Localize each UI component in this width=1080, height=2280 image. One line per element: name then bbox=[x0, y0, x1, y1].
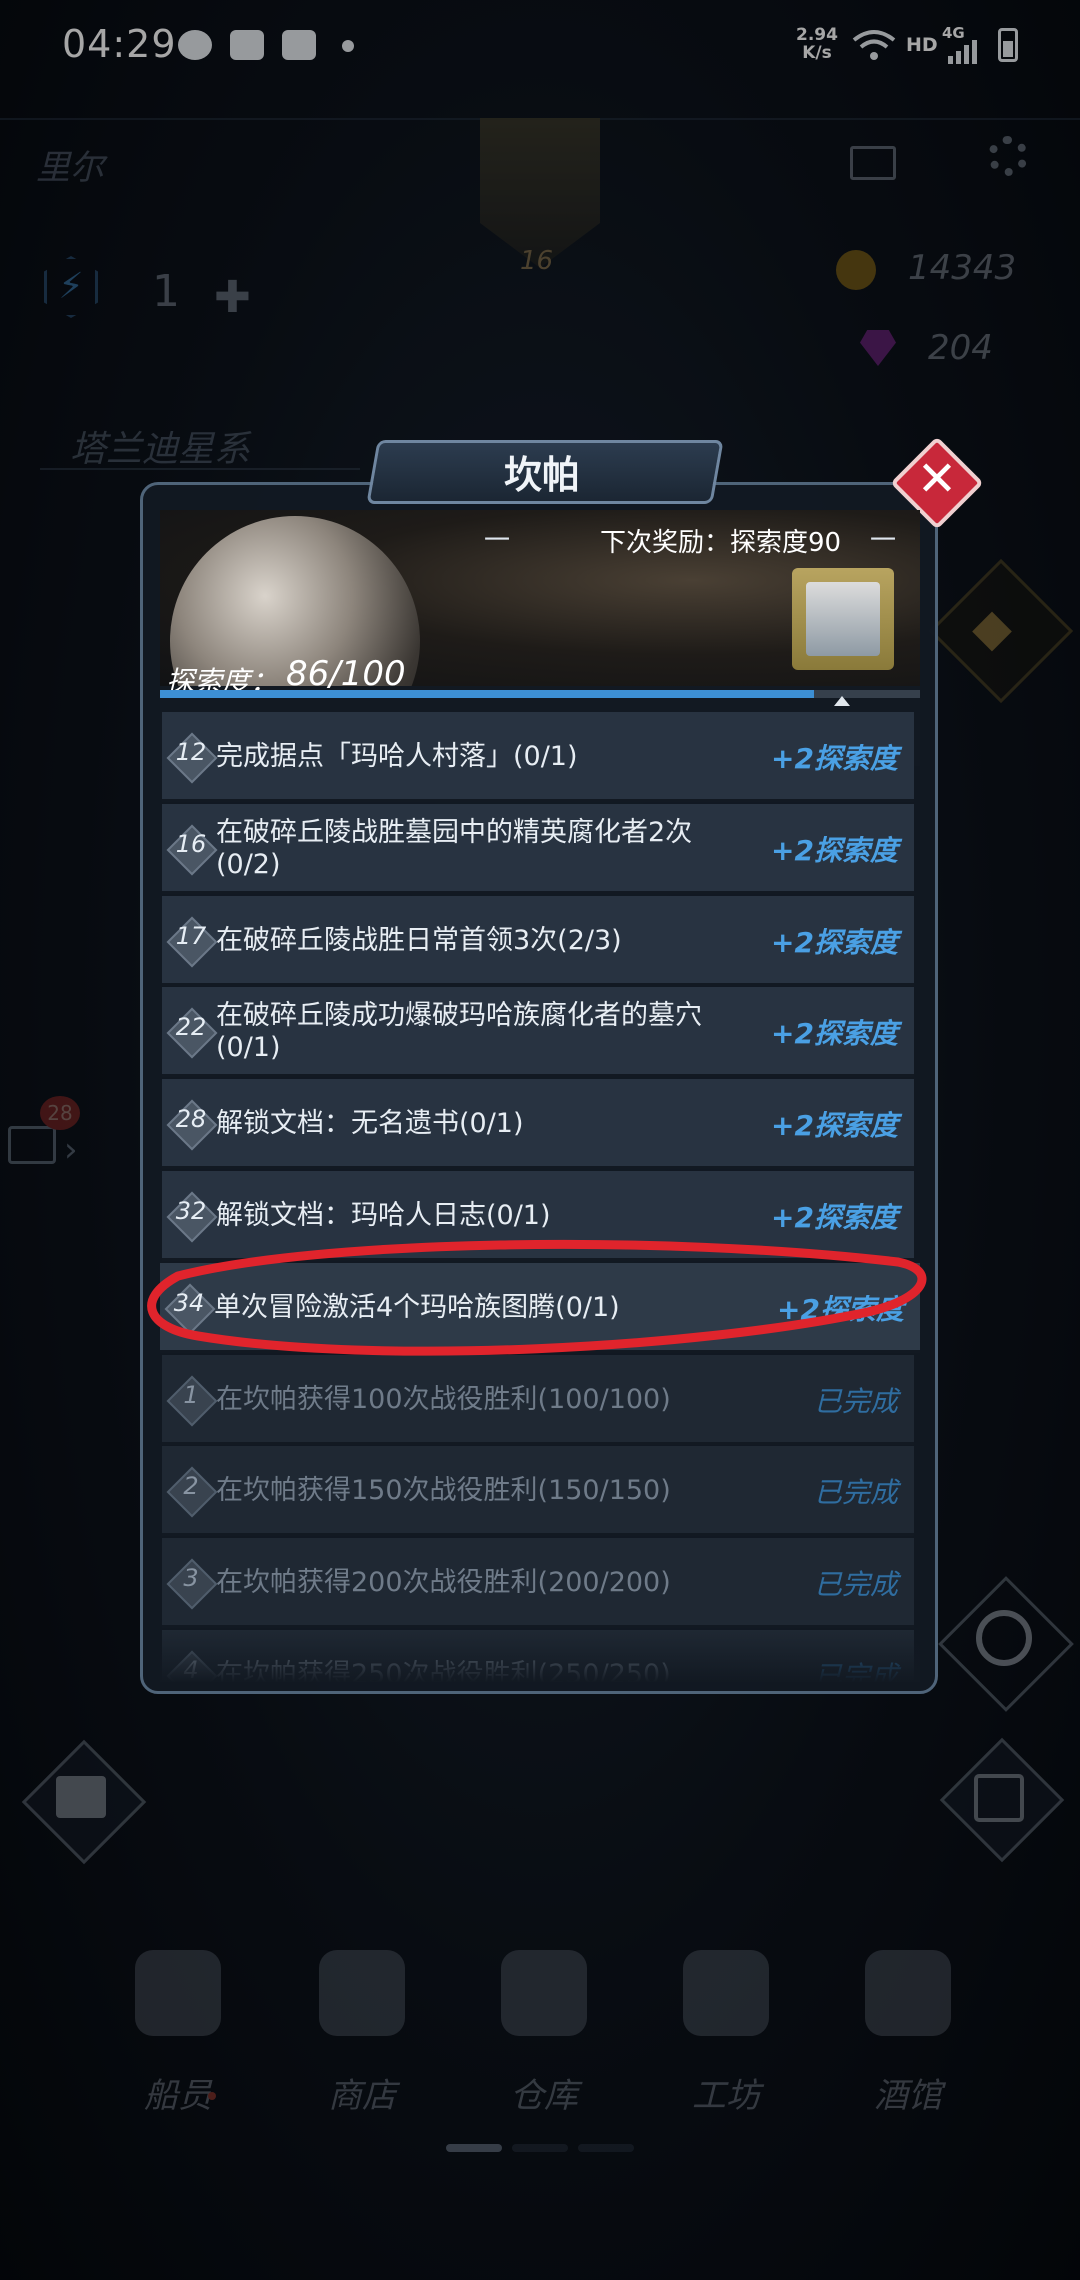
task-row[interactable]: 22 在破碎丘陵成功爆破玛哈族腐化者的墓穴 (0/1) +2探索度 bbox=[162, 987, 914, 1078]
task-number: 32 bbox=[175, 1197, 207, 1225]
list-fade bbox=[160, 1630, 920, 1682]
task-reward: +2探索度 bbox=[771, 742, 898, 775]
completed-task-row[interactable]: 1 在坎帕获得100次战役胜利(100/100) 已完成 bbox=[162, 1354, 914, 1445]
task-reward: +2探索度 bbox=[771, 1017, 898, 1051]
red-annotation-circle bbox=[147, 1239, 927, 1356]
completed-task-row[interactable]: 2 在坎帕获得150次战役胜利(150/150) 已完成 bbox=[162, 1446, 914, 1537]
task-reward: +2探索度 bbox=[771, 925, 898, 959]
task-description: 在破碎丘陵成功爆破玛哈族腐化者的墓穴 (0/1) bbox=[216, 1000, 702, 1064]
treasure-chest-icon bbox=[806, 582, 880, 656]
task-row[interactable]: 16 在破碎丘陵战胜墓园中的精英腐化者2次 (0/2) +2探索度 bbox=[162, 803, 914, 894]
task-description: 在破碎丘陵战胜墓园中的精英腐化者2次 (0/2) bbox=[216, 816, 693, 880]
task-description: 完成据点「玛哈人村落」(0/1) bbox=[216, 741, 578, 772]
task-description: 在坎帕获得150次战役胜利(150/150) bbox=[216, 1475, 671, 1507]
task-number: 12 bbox=[175, 738, 207, 766]
task-number: 28 bbox=[175, 1105, 207, 1134]
dash-left: 一 bbox=[484, 526, 511, 556]
task-list[interactable]: 12 完成据点「玛哈人村落」(0/1) +2探索度 16 在破碎丘陵战胜墓园中的精英腐化… bbox=[160, 712, 920, 1682]
close-icon[interactable]: ✕ bbox=[904, 448, 970, 510]
next-reward-label: 下次奖励：探索度90 bbox=[600, 528, 842, 558]
task-row[interactable]: 17 在破碎丘陵战胜日常首领3次(2/3) +2探索度 bbox=[162, 895, 914, 986]
dialog-title: 坎帕 bbox=[503, 453, 580, 497]
completed-task-row[interactable]: 3 在坎帕获得200次战役胜利(200/200) 已完成 bbox=[162, 1538, 914, 1629]
progress-marker-icon bbox=[834, 696, 850, 706]
task-completed-label: 已完成 bbox=[813, 1476, 898, 1510]
task-number: 16 bbox=[175, 829, 207, 858]
exploration-progress-fill bbox=[160, 690, 814, 698]
task-number: 22 bbox=[175, 1013, 207, 1042]
task-number: 3 bbox=[183, 1564, 199, 1593]
task-description: 解锁文档：无名遗书(0/1) bbox=[216, 1108, 524, 1140]
task-row[interactable]: 12 完成据点「玛哈人村落」(0/1) +2探索度 bbox=[162, 712, 914, 802]
task-description: 在坎帕获得100次战役胜利(100/100) bbox=[216, 1383, 671, 1415]
task-reward: +2探索度 bbox=[771, 833, 898, 867]
exploration-value: 86/100 bbox=[286, 654, 406, 694]
task-number: 1 bbox=[183, 1380, 199, 1409]
dash-right: 一 bbox=[870, 526, 897, 556]
task-number: 2 bbox=[183, 1472, 199, 1501]
task-reward: +2探索度 bbox=[771, 1109, 898, 1143]
task-number: 17 bbox=[175, 921, 207, 950]
task-completed-label: 已完成 bbox=[813, 1568, 898, 1602]
task-completed-label: 已完成 bbox=[813, 1384, 898, 1418]
task-row[interactable]: 28 解锁文档：无名遗书(0/1) +2探索度 bbox=[162, 1079, 914, 1170]
task-description: 在坎帕获得200次战役胜利(200/200) bbox=[216, 1567, 671, 1599]
task-description: 在破碎丘陵战胜日常首领3次(2/3) bbox=[216, 924, 622, 956]
